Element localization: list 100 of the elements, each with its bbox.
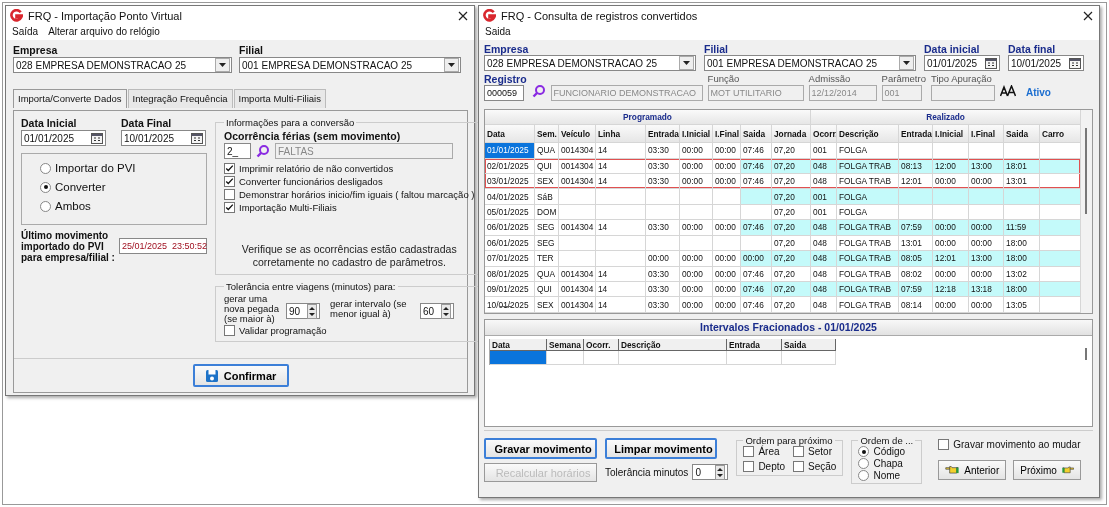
table-cell[interactable]: FOLGA TRAB [837, 251, 899, 267]
table-cell[interactable]: 048 [811, 251, 837, 267]
close-icon[interactable] [1083, 10, 1093, 21]
checkbox[interactable] [793, 446, 805, 457]
table-cell[interactable]: FOLGA TRAB [837, 282, 899, 298]
table-cell[interactable]: 06/01/2025 [485, 220, 535, 236]
table-cell[interactable]: 00:00 [680, 220, 713, 236]
dropdown-button[interactable] [444, 58, 459, 72]
table-cell[interactable]: 00:00 [969, 297, 1004, 313]
table-cell[interactable]: 03:30 [646, 143, 680, 159]
table-cell[interactable]: 00:00 [680, 297, 713, 313]
dropdown-field[interactable]: 001 EMPRESA DEMONSTRACAO 25 [704, 55, 916, 71]
radio-button[interactable] [858, 458, 870, 469]
table-cell[interactable]: 14 [596, 143, 646, 159]
table-cell[interactable]: 048 [811, 297, 837, 313]
font-size-icon[interactable] [999, 85, 1016, 97]
menu-item[interactable]: Alterar arquivo do relógio [48, 26, 160, 37]
scrollbar[interactable] [499, 306, 511, 307]
table-cell[interactable]: 07,20 [772, 251, 811, 267]
table-cell[interactable]: 00:00 [713, 282, 741, 298]
close-icon[interactable] [458, 10, 468, 21]
date-field[interactable]: 10/01/2025 [1008, 55, 1084, 71]
calendar-icon[interactable] [191, 132, 203, 144]
table-cell[interactable]: 07,20 [772, 143, 811, 159]
table-cell[interactable] [1040, 251, 1082, 267]
checkbox[interactable] [743, 461, 755, 472]
table-cell[interactable]: 08:14 [899, 297, 933, 313]
table-cell[interactable]: 07:59 [899, 282, 933, 298]
table-cell[interactable]: 10/01/2025 [485, 297, 535, 313]
table-cell[interactable]: 00:00 [680, 251, 713, 267]
table-cell[interactable]: 00:00 [933, 220, 969, 236]
table-cell[interactable]: 13:00 [969, 251, 1004, 267]
radio-button[interactable] [40, 200, 51, 212]
table-cell[interactable]: 00:00 [680, 143, 713, 159]
table-cell[interactable]: 07,20 [772, 220, 811, 236]
radio-button[interactable] [858, 446, 870, 457]
spinner-icon[interactable] [441, 303, 451, 319]
table-cell[interactable] [741, 189, 772, 205]
spinner-icon[interactable] [307, 303, 317, 319]
table-cell[interactable]: 0014304 [559, 143, 596, 159]
next-button[interactable]: Próximo [1013, 460, 1082, 480]
checkbox[interactable] [938, 439, 950, 450]
table-cell[interactable]: 0014304 [559, 282, 596, 298]
column-header[interactable]: Saida [782, 339, 836, 351]
checkbox[interactable] [224, 163, 235, 174]
date-field[interactable]: 10/01/2025 [121, 130, 206, 146]
number-field[interactable]: 90 [286, 303, 320, 319]
table-cell[interactable]: 048 [811, 282, 837, 298]
checkbox[interactable] [743, 446, 755, 457]
save-button[interactable]: Gravar movimento [484, 438, 597, 459]
table-cell[interactable]: 00:00 [713, 297, 741, 313]
table-cell[interactable]: SEG [535, 220, 559, 236]
table-cell[interactable]: 07:59 [899, 220, 933, 236]
table-cell[interactable] [1004, 189, 1040, 205]
table-cell[interactable]: 07:46 [741, 297, 772, 313]
tab[interactable]: Importa/Converte Dados [13, 89, 127, 108]
column-header[interactable]: Data [485, 125, 535, 144]
table-cell[interactable] [1040, 189, 1082, 205]
column-header[interactable]: Data [490, 339, 547, 351]
table-cell[interactable]: QUI [535, 282, 559, 298]
dropdown-button[interactable] [899, 56, 914, 70]
table-cell[interactable]: 07:46 [741, 143, 772, 159]
column-header[interactable]: Ocorr. [811, 125, 837, 144]
table-cell[interactable]: 18:00 [1004, 251, 1040, 267]
table-cell[interactable]: 00:00 [741, 251, 772, 267]
scrollbar[interactable] [1085, 348, 1087, 360]
table-cell[interactable]: 00:00 [713, 143, 741, 159]
table-cell[interactable]: TER [535, 251, 559, 267]
search-icon[interactable] [531, 84, 546, 98]
column-header[interactable]: Saida [741, 125, 772, 144]
calendar-icon[interactable] [91, 132, 103, 144]
table-cell[interactable]: FOLGA TRAB [837, 297, 899, 313]
table-cell[interactable]: 00:00 [713, 251, 741, 267]
confirm-button[interactable]: Confirmar [192, 364, 289, 387]
table-cell[interactable]: 03:30 [646, 282, 680, 298]
table-cell[interactable]: 00:00 [969, 220, 1004, 236]
checkbox[interactable] [793, 461, 805, 472]
column-header[interactable]: Sem. [535, 125, 559, 144]
calendar-icon[interactable] [985, 57, 997, 69]
column-header[interactable]: Descrição [619, 339, 727, 351]
column-header[interactable]: Jornada [772, 125, 811, 144]
date-field[interactable]: 01/01/2025 [924, 55, 1000, 71]
number-field[interactable]: 60 [420, 303, 454, 319]
branch-dropdown[interactable]: 001 EMPRESA DEMONSTRACAO 25 [239, 57, 461, 73]
table-cell[interactable] [899, 189, 933, 205]
column-header[interactable]: Entrada [727, 339, 782, 351]
table-cell[interactable]: 14 [596, 297, 646, 313]
table-cell[interactable]: 12:18 [933, 282, 969, 298]
table-cell[interactable]: FOLGA [837, 189, 899, 205]
column-header[interactable]: I.Final [969, 125, 1004, 144]
table-cell[interactable]: 07:46 [741, 282, 772, 298]
table-cell[interactable]: 09/01/2025 [485, 282, 535, 298]
table-cell[interactable]: FOLGA TRAB [837, 220, 899, 236]
dropdown-field[interactable]: 028 EMPRESA DEMONSTRACAO 25 [484, 55, 696, 71]
column-header[interactable]: Linha [596, 125, 646, 144]
table-cell[interactable]: 001 [811, 189, 837, 205]
table-cell[interactable]: 13:18 [969, 282, 1004, 298]
table-cell[interactable]: 00:00 [680, 282, 713, 298]
column-header[interactable]: Descrição [837, 125, 899, 144]
table-cell[interactable] [1040, 220, 1082, 236]
